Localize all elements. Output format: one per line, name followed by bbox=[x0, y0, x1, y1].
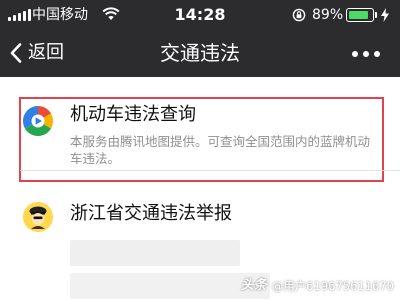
service-list: 机动车违法查询 本服务由腾讯地图提供。可查询全国范围内的蓝牌机动车违法。 浙江省… bbox=[0, 77, 400, 300]
navigation-bar: 返回 交通违法 bbox=[0, 30, 400, 77]
watermark-text: @用户6196756116​70 bbox=[271, 279, 394, 293]
battery-percentage: 89% bbox=[312, 7, 344, 23]
tencent-map-icon bbox=[22, 106, 54, 137]
more-options-button[interactable] bbox=[350, 44, 382, 64]
charging-bolt-icon bbox=[381, 8, 389, 22]
item-title: 机动车违法查询 bbox=[70, 104, 196, 125]
blurred-description bbox=[70, 240, 240, 266]
battery-tip bbox=[375, 12, 377, 18]
list-divider bbox=[20, 170, 400, 171]
battery-icon bbox=[346, 8, 374, 22]
status-bar: 中国移动 14:28 89% bbox=[0, 0, 400, 30]
watermark: 头条 @用户6196756116​70 bbox=[241, 278, 394, 294]
item-title: 浙江省交通违法举报 bbox=[70, 203, 232, 224]
battery-level-fill bbox=[349, 11, 368, 19]
rotation-lock-icon bbox=[292, 8, 306, 22]
watermark-logo: 头条 bbox=[240, 278, 267, 293]
item-description: 本服务由腾讯地图提供。可查询全国范围内的蓝牌机动车违法。 bbox=[70, 134, 371, 166]
traffic-police-avatar-icon bbox=[23, 202, 53, 232]
page-title: 交通违法 bbox=[160, 41, 240, 65]
